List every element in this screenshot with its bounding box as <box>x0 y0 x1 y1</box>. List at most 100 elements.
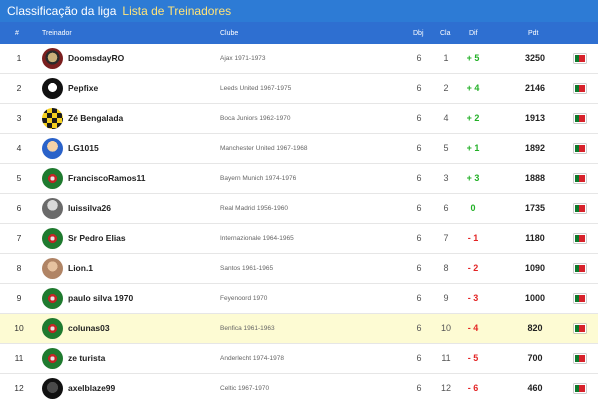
row-position: 9 <box>16 293 22 303</box>
games-played: 6 <box>416 113 422 123</box>
games-played: 6 <box>416 83 422 93</box>
col-header-played[interactable]: Dbj <box>413 30 424 37</box>
club-name: Manchester United 1967-1968 <box>220 145 308 152</box>
club-name: Feyenoord 1970 <box>220 295 268 302</box>
dark-avatar[interactable] <box>42 378 63 399</box>
rank-value: 11 <box>441 353 451 363</box>
coach-name[interactable]: colunas03 <box>68 314 110 343</box>
games-played: 6 <box>416 143 422 153</box>
games-played: 6 <box>416 263 422 273</box>
tab-coach-list[interactable]: Lista de Treinadores <box>122 4 231 18</box>
points-value: 1888 <box>524 173 546 183</box>
row-position: 7 <box>16 233 22 243</box>
coach-name[interactable]: Pepfixe <box>68 74 98 103</box>
table-header: # Treinador Clube Dbj Cla Dif Pdt <box>0 22 598 44</box>
col-header-pos[interactable]: # <box>15 30 19 37</box>
table-row[interactable]: 8 Lion.1 Santos 1961-1965 6 8 - 2 1090 <box>0 254 598 284</box>
club-name: Ajax 1971-1973 <box>220 55 266 62</box>
points-value: 700 <box>527 353 543 363</box>
table-row[interactable]: 4 LG1015 Manchester United 1967-1968 6 5… <box>0 134 598 164</box>
games-played: 6 <box>416 53 422 63</box>
crest-avatar[interactable] <box>42 318 63 339</box>
rank-value: 5 <box>443 143 449 153</box>
player-avatar[interactable] <box>42 198 63 219</box>
diff-value: - 4 <box>467 323 479 333</box>
table-row[interactable]: 6 luissilva26 Real Madrid 1956-1960 6 6 … <box>0 194 598 224</box>
skull-avatar[interactable] <box>42 78 63 99</box>
club-name: Boca Juniors 1962-1970 <box>220 115 291 122</box>
points-value: 820 <box>527 323 543 333</box>
games-played: 6 <box>416 323 422 333</box>
table-row[interactable]: 12 axelblaze99 Celtic 1967-1970 6 12 - 6… <box>0 374 598 402</box>
col-header-points[interactable]: Pdt <box>528 30 539 37</box>
rank-value: 10 <box>440 323 451 333</box>
portugal-flag <box>574 324 586 333</box>
club-name: Leeds United 1967-1975 <box>220 85 292 92</box>
photo-avatar[interactable] <box>42 258 63 279</box>
rank-value: 8 <box>443 263 449 273</box>
doomsday-avatar[interactable] <box>42 48 63 69</box>
crest-avatar[interactable] <box>42 288 63 309</box>
rank-value: 1 <box>443 53 449 63</box>
diff-value: - 2 <box>467 263 479 273</box>
club-name: Santos 1961-1965 <box>220 265 274 272</box>
diff-value: + 3 <box>466 173 480 183</box>
points-value: 1913 <box>524 113 546 123</box>
portugal-flag <box>574 384 586 393</box>
table-row[interactable]: 11 ze turista Anderlecht 1974-1978 6 11 … <box>0 344 598 374</box>
topbar: Classificação da liga Lista de Treinador… <box>0 0 598 22</box>
crest-avatar[interactable] <box>42 168 63 189</box>
portugal-flag <box>574 144 586 153</box>
checkered-avatar[interactable] <box>42 108 63 129</box>
table-row[interactable]: 2 Pepfixe Leeds United 1967-1975 6 2 + 4… <box>0 74 598 104</box>
coach-name[interactable]: Lion.1 <box>68 254 93 283</box>
row-position: 11 <box>14 353 24 363</box>
table-row[interactable]: 5 FranciscoRamos11 Bayern Munich 1974-19… <box>0 164 598 194</box>
table-row[interactable]: 7 Sr Pedro Elias Internazionale 1964-196… <box>0 224 598 254</box>
portugal-flag <box>574 54 586 63</box>
coach-name[interactable]: FranciscoRamos11 <box>68 164 145 193</box>
col-header-rank[interactable]: Cla <box>440 30 451 37</box>
points-value: 1735 <box>524 203 546 213</box>
diff-value: - 5 <box>467 353 479 363</box>
coach-name[interactable]: paulo silva 1970 <box>68 284 133 313</box>
coach-name[interactable]: ze turista <box>68 344 105 373</box>
portugal-flag <box>574 204 586 213</box>
table-row[interactable]: 9 paulo silva 1970 Feyenoord 1970 6 9 - … <box>0 284 598 314</box>
crest-avatar[interactable] <box>42 348 63 369</box>
row-position: 5 <box>16 173 22 183</box>
coach-name[interactable]: LG1015 <box>68 134 99 163</box>
row-position: 4 <box>16 143 22 153</box>
table-row[interactable]: 10 colunas03 Benfica 1961-1963 6 10 - 4 … <box>0 314 598 344</box>
tab-league-standings[interactable]: Classificação da liga <box>7 4 116 18</box>
points-value: 1090 <box>524 263 546 273</box>
rank-value: 2 <box>443 83 449 93</box>
row-position: 8 <box>16 263 22 273</box>
crest-avatar[interactable] <box>42 228 63 249</box>
col-header-club[interactable]: Clube <box>220 30 238 37</box>
col-header-diff[interactable]: Dif <box>469 30 478 37</box>
club-name: Internazionale 1964-1965 <box>220 235 294 242</box>
club-name: Real Madrid 1956-1960 <box>220 205 288 212</box>
coach-name[interactable]: DoomsdayRO <box>68 44 124 73</box>
coach-name[interactable]: Zé Bengalada <box>68 104 123 133</box>
row-position: 6 <box>16 203 22 213</box>
points-value: 460 <box>527 383 543 393</box>
cartoon-avatar[interactable] <box>42 138 63 159</box>
col-header-coach[interactable]: Treinador <box>42 30 72 37</box>
diff-value: + 1 <box>466 143 480 153</box>
rank-value: 9 <box>443 293 449 303</box>
rank-value: 6 <box>443 203 449 213</box>
points-value: 1000 <box>524 293 546 303</box>
coach-name[interactable]: Sr Pedro Elias <box>68 224 126 253</box>
coach-name[interactable]: luissilva26 <box>68 194 111 223</box>
diff-value: - 6 <box>467 383 479 393</box>
row-position: 2 <box>16 83 22 93</box>
coach-name[interactable]: axelblaze99 <box>68 374 115 402</box>
games-played: 6 <box>416 383 422 393</box>
diff-value: - 3 <box>467 293 479 303</box>
table-row[interactable]: 1 DoomsdayRO Ajax 1971-1973 6 1 + 5 3250 <box>0 44 598 74</box>
diff-value: 0 <box>470 203 476 213</box>
table-row[interactable]: 3 Zé Bengalada Boca Juniors 1962-1970 6 … <box>0 104 598 134</box>
games-played: 6 <box>416 353 422 363</box>
